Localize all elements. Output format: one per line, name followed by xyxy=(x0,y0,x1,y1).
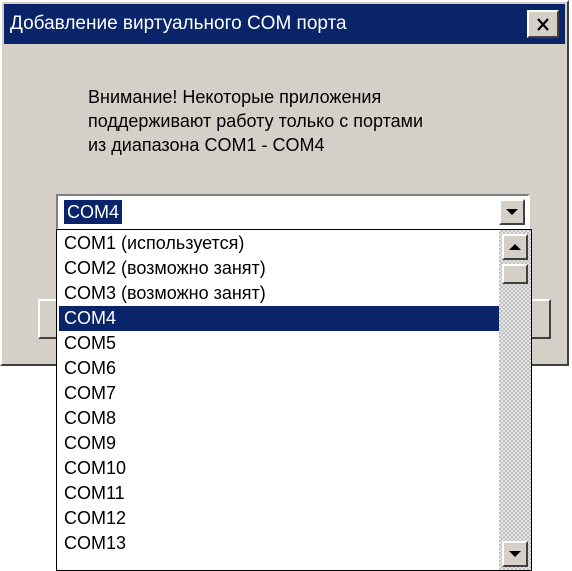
close-button[interactable] xyxy=(527,10,559,38)
scroll-down-button[interactable] xyxy=(502,541,528,567)
chevron-down-icon xyxy=(509,551,521,557)
chevron-down-icon xyxy=(506,209,518,215)
warning-line-3: из диапазона COM1 - COM4 xyxy=(88,135,325,155)
list-item-com7[interactable]: COM7 xyxy=(59,381,499,406)
list-item-com2[interactable]: COM2 (возможно занят) xyxy=(59,256,499,281)
warning-message: Внимание! Некоторые приложения поддержив… xyxy=(88,85,548,157)
list-item-com6[interactable]: COM6 xyxy=(59,356,499,381)
combobox-selected-value: COM4 xyxy=(64,200,123,224)
list-item-com3[interactable]: COM3 (возможно занят) xyxy=(59,281,499,306)
warning-line-2: поддерживают работу только с портами xyxy=(88,111,424,131)
scroll-thumb[interactable] xyxy=(502,264,528,284)
list-item-com13[interactable]: COM13 xyxy=(59,531,499,556)
com-port-dropdown-list[interactable]: COM1 (используется) COM2 (возможно занят… xyxy=(56,229,532,571)
dropdown-button[interactable] xyxy=(499,199,525,225)
window-title: Добавление виртуального COM порта xyxy=(10,13,347,34)
list-item-com11[interactable]: COM11 xyxy=(59,481,499,506)
list-item-com8[interactable]: COM8 xyxy=(59,406,499,431)
warning-line-1: Внимание! Некоторые приложения xyxy=(88,87,382,107)
list-item-com9[interactable]: COM9 xyxy=(59,431,499,456)
list-item-com4[interactable]: COM4 xyxy=(59,306,499,331)
title-bar[interactable]: Добавление виртуального COM порта xyxy=(4,4,565,44)
list-item-com1[interactable]: COM1 (используется) xyxy=(59,231,499,256)
com-port-combobox[interactable]: COM4 xyxy=(56,194,530,230)
list-item-com5[interactable]: COM5 xyxy=(59,331,499,356)
close-icon xyxy=(537,17,549,31)
list-scrollbar[interactable] xyxy=(499,230,531,570)
chevron-up-icon xyxy=(509,244,521,250)
scroll-up-button[interactable] xyxy=(502,234,528,260)
list-item-com10[interactable]: COM10 xyxy=(59,456,499,481)
list-item-com12[interactable]: COM12 xyxy=(59,506,499,531)
